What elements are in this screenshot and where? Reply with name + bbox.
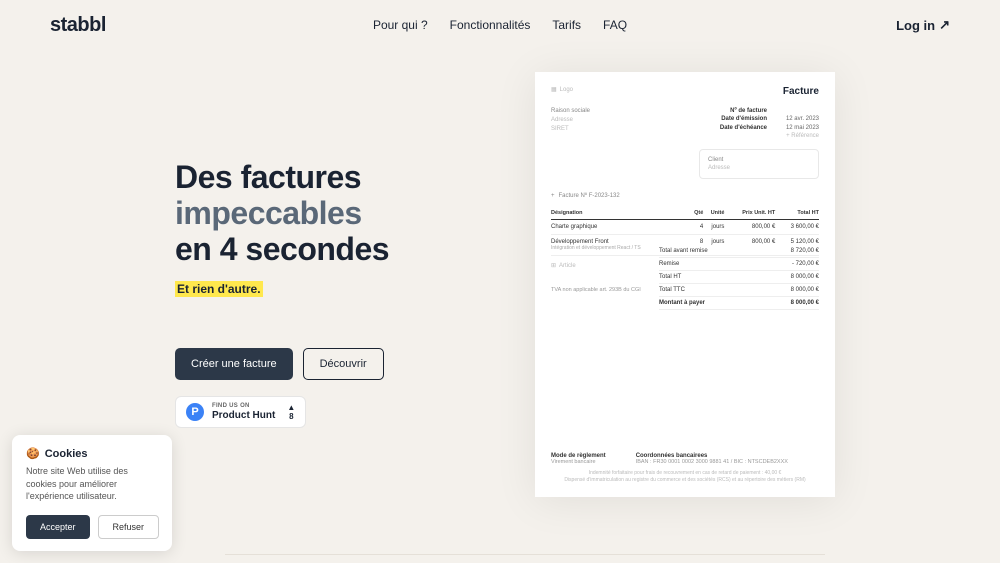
nav-fonctionnalites[interactable]: Fonctionnalités (450, 18, 531, 32)
nav-tarifs[interactable]: Tarifs (552, 18, 581, 32)
external-link-icon: ↗ (939, 17, 950, 33)
invoice-dates: Nº de facture Date d'émission12 avr. 202… (720, 107, 819, 141)
nav-pour-qui[interactable]: Pour qui ? (373, 18, 428, 32)
col-price: Prix Unit. HT (724, 207, 775, 220)
cookie-icon: 🍪 (26, 447, 40, 460)
create-invoice-button[interactable]: Créer une facture (175, 348, 293, 380)
invoice-document: ▦ Logo Facture Raison sociale Adresse SI… (535, 72, 835, 497)
tagline: Et rien d'autre. (175, 281, 263, 297)
nav-faq[interactable]: FAQ (603, 18, 627, 32)
cookie-accept-button[interactable]: Accepter (26, 515, 90, 539)
product-hunt-badge[interactable]: P FIND US ON Product Hunt ▲ 8 (175, 396, 306, 428)
product-hunt-votes: ▲ 8 (287, 404, 295, 421)
vote-count: 8 (289, 413, 293, 421)
headline-line2: impeccables (175, 196, 389, 232)
table-row: Charte graphique 4 jours 800,00 € 3 600,… (551, 220, 819, 235)
upvote-icon: ▲ (287, 404, 295, 412)
cookie-title: 🍪 Cookies (26, 447, 158, 460)
hero: Des factures impeccables en 4 secondes E… (175, 160, 389, 428)
plus-icon: + (551, 193, 555, 199)
logo[interactable]: stabbl (50, 14, 106, 37)
login-label: Log in (896, 18, 935, 33)
col-unit: Unité (703, 207, 724, 220)
nav: Pour qui ? Fonctionnalités Tarifs FAQ (373, 18, 627, 32)
product-hunt-big: Product Hunt (212, 411, 275, 421)
invoice-title: Facture (783, 86, 819, 97)
invoice-company: Raison sociale Adresse SIRET (551, 107, 590, 141)
cookie-buttons: Accepter Refuser (26, 515, 158, 539)
invoice-logo-placeholder: ▦ Logo (551, 86, 573, 93)
product-hunt-icon: P (186, 403, 204, 421)
invoice-totals: Total avant remise8 720,00 € Remise- 720… (659, 245, 819, 310)
cookie-banner: 🍪 Cookies Notre site Web utilise des coo… (12, 435, 172, 551)
invoice-preview: ▦ Logo Facture Raison sociale Adresse SI… (535, 72, 835, 497)
headline: Des factures impeccables en 4 secondes (175, 160, 389, 267)
plus-icon: ⊞ (551, 262, 556, 269)
invoice-client-box: Client Adresse (699, 149, 819, 180)
discover-button[interactable]: Découvrir (303, 348, 384, 380)
main: Des factures impeccables en 4 secondes E… (0, 50, 1000, 428)
product-hunt-small: FIND US ON (212, 403, 275, 409)
cookie-text: Notre site Web utilise des cookies pour … (26, 465, 158, 503)
product-hunt-text: FIND US ON Product Hunt (212, 403, 275, 421)
login-link[interactable]: Log in ↗ (896, 17, 950, 33)
image-icon: ▦ (551, 86, 557, 93)
cookie-refuse-button[interactable]: Refuser (98, 515, 160, 539)
col-designation: Désignation (551, 207, 689, 220)
col-total: Total HT (775, 207, 819, 220)
invoice-footer-legal: Indemnité forfaitaire pour frais de reco… (551, 470, 819, 483)
invoice-footer-payment: Mode de règlement Virement bancaire Coor… (551, 453, 819, 465)
invoice-number: + Facture Nº F-2023-132 (551, 193, 819, 199)
cta-row: Créer une facture Découvrir (175, 348, 389, 380)
headline-line1: Des factures (175, 160, 389, 196)
col-qty: Qté (689, 207, 703, 220)
header: stabbl Pour qui ? Fonctionnalités Tarifs… (0, 0, 1000, 50)
headline-line3: en 4 secondes (175, 232, 389, 268)
separator (225, 554, 825, 555)
tva-note: TVA non applicable art. 293B du CGI (551, 287, 819, 293)
